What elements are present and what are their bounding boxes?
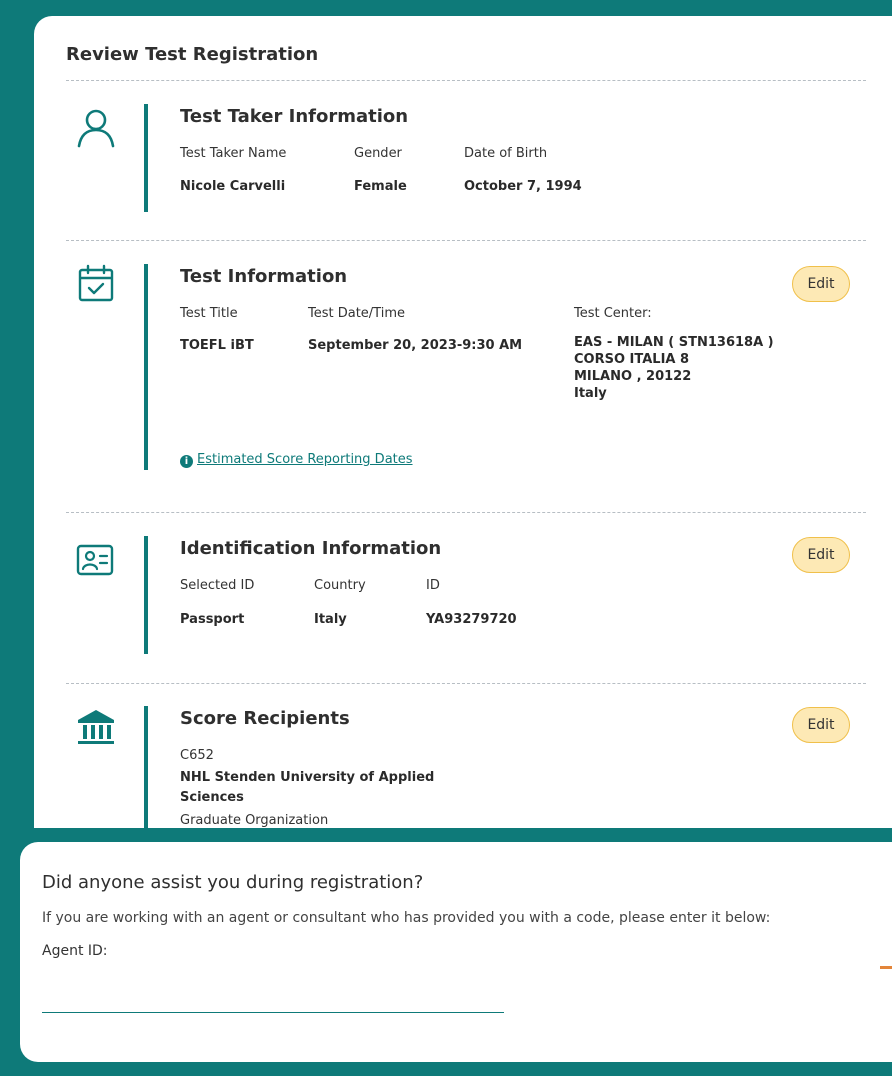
label-id: ID: [426, 578, 440, 593]
label-selected-id: Selected ID: [180, 578, 255, 593]
info-icon: i: [180, 455, 193, 468]
person-icon: [74, 106, 118, 150]
recipient-type: Graduate Organization: [180, 813, 329, 828]
calendar-check-icon: [74, 262, 118, 306]
assist-description: If you are working with an agent or cons…: [42, 910, 771, 926]
label-test-date-time: Test Date/Time: [308, 306, 405, 321]
test-center-line: EAS - MILAN ( STN13618A ): [574, 335, 774, 350]
assist-card: Did anyone assist you during registratio…: [20, 842, 892, 1062]
recipient-code: C652: [180, 748, 214, 763]
section-title-score-recipients: Score Recipients: [180, 708, 350, 729]
section-bar: [144, 264, 148, 470]
value-selected-id: Passport: [180, 612, 245, 627]
edit-score-recipients-button[interactable]: Edit: [792, 707, 850, 743]
section-title-test-taker: Test Taker Information: [180, 106, 409, 127]
section-bar: [144, 104, 148, 212]
edit-identification-button[interactable]: Edit: [792, 537, 850, 573]
test-center-line: CORSO ITALIA 8: [574, 352, 690, 367]
recipient-name-line: Sciences: [180, 790, 244, 805]
section-divider: [66, 240, 866, 241]
id-card-icon: [74, 538, 118, 582]
label-gender: Gender: [354, 146, 402, 161]
estimated-score-dates-link[interactable]: i Estimated Score Reporting Dates: [180, 452, 413, 468]
label-test-title: Test Title: [180, 306, 238, 321]
institution-icon: [74, 706, 118, 750]
label-country: Country: [314, 578, 366, 593]
value-country: Italy: [314, 612, 347, 627]
agent-id-label: Agent ID:: [42, 943, 108, 959]
section-bar: [144, 706, 148, 828]
review-card: Review Test Registration Test Taker Info…: [34, 16, 892, 828]
section-divider: [66, 512, 866, 513]
test-center-line: MILANO , 20122: [574, 369, 692, 384]
test-center-line: Italy: [574, 386, 607, 401]
value-test-center: EAS - MILAN ( STN13618A ) CORSO ITALIA 8…: [574, 334, 774, 402]
value-test-taker-name: Nicole Carvelli: [180, 179, 286, 194]
value-gender: Female: [354, 179, 407, 194]
value-test-date-time: September 20, 2023-9:30 AM: [308, 338, 523, 353]
section-bar: [144, 536, 148, 654]
section-title-test-information: Test Information: [180, 266, 348, 287]
agent-id-input[interactable]: [42, 984, 504, 1013]
estimated-score-dates-label: Estimated Score Reporting Dates: [197, 452, 413, 467]
label-test-taker-name: Test Taker Name: [180, 146, 287, 161]
value-date-of-birth: October 7, 1994: [464, 179, 582, 194]
page-title: Review Test Registration: [66, 44, 319, 65]
label-date-of-birth: Date of Birth: [464, 146, 548, 161]
section-title-identification: Identification Information: [180, 538, 442, 559]
edit-test-information-button[interactable]: Edit: [792, 266, 850, 302]
recipient-name-line: NHL Stenden University of Applied: [180, 770, 435, 785]
value-id: YA93279720: [426, 612, 517, 627]
scroll-marker: [880, 966, 892, 969]
section-divider: [66, 683, 866, 684]
value-test-title: TOEFL iBT: [180, 338, 254, 353]
section-divider: [66, 80, 866, 81]
assist-title: Did anyone assist you during registratio…: [42, 872, 424, 893]
label-test-center: Test Center:: [574, 306, 652, 321]
